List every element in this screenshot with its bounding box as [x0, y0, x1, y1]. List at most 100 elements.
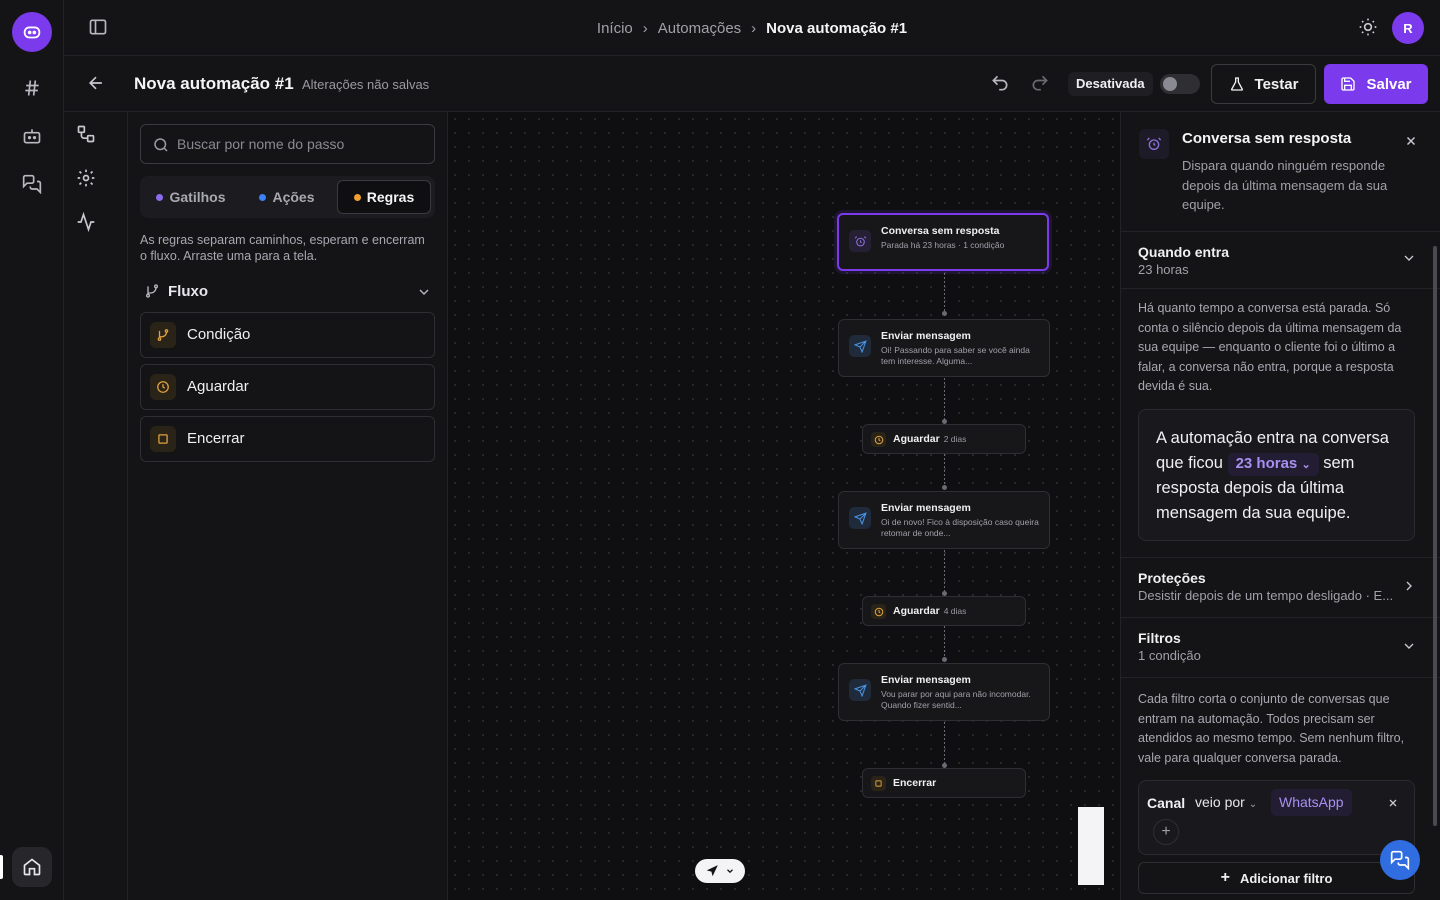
alarm-clock-icon: [849, 230, 871, 252]
redo-icon[interactable]: [1030, 73, 1052, 95]
minimap[interactable]: [1078, 807, 1104, 885]
chevron-down-icon: ⌄: [1248, 799, 1258, 810]
node-desc: 2 dias: [943, 434, 967, 444]
support-chat-button[interactable]: [1380, 840, 1420, 880]
section-protecoes[interactable]: Proteções Desistir depois de um tempo de…: [1121, 557, 1440, 618]
close-icon[interactable]: [1387, 797, 1399, 809]
tab-acoes[interactable]: Ações: [240, 180, 334, 214]
tab-dot: [156, 193, 164, 201]
send-icon: [849, 507, 871, 529]
flow-node-send-message[interactable]: Enviar mensagem Oi de novo! Fico à dispo…: [838, 491, 1050, 549]
page-title: Nova automação #1: [134, 74, 294, 93]
add-filter-button[interactable]: + Adicionar filtro: [1138, 862, 1415, 894]
active-toggle[interactable]: [1160, 74, 1200, 94]
flow-node-send-message[interactable]: Enviar mensagem Vou parar por aqui para …: [838, 663, 1050, 721]
section-title: Filtros: [1138, 630, 1181, 646]
hash-icon[interactable]: [20, 76, 44, 100]
activity-icon[interactable]: [76, 212, 98, 234]
duration-selector[interactable]: 23 horas ⌄: [1227, 453, 1319, 476]
chat-icon[interactable]: [20, 172, 44, 196]
node-title: Aguardar: [893, 433, 940, 445]
connector: [944, 265, 945, 317]
branch-icon: [150, 322, 176, 348]
app-rail: [0, 0, 64, 900]
flow-node-wait[interactable]: Aguardar 2 dias: [862, 424, 1026, 454]
rule-condicao[interactable]: Condição: [140, 312, 435, 358]
flow-node-end[interactable]: Encerrar: [862, 768, 1026, 798]
add-value-button[interactable]: +: [1153, 819, 1179, 845]
rule-aguardar[interactable]: Aguardar: [140, 364, 435, 410]
save-icon: [1341, 77, 1356, 91]
clock-icon: [150, 374, 176, 400]
section-subtitle: 23 horas: [1138, 262, 1189, 277]
section-subtitle: Desistir depois de um tempo desligado · …: [1138, 588, 1394, 603]
duration-value: 23 horas: [1235, 455, 1298, 472]
app-logo[interactable]: [12, 12, 52, 52]
breadcrumb-current: Nova automação #1: [766, 19, 908, 37]
connector-handle: [942, 657, 947, 662]
section-quando-entra[interactable]: Quando entra 23 horas: [1121, 232, 1440, 289]
home-button[interactable]: [12, 847, 52, 887]
chat-icon: [1390, 850, 1410, 870]
node-title: Conversa sem resposta: [881, 225, 1000, 237]
connector: [944, 550, 945, 596]
tab-label: Gatilhos: [169, 189, 226, 205]
close-icon[interactable]: [1404, 134, 1418, 148]
section-title: Proteções: [1138, 570, 1206, 586]
test-button[interactable]: Testar: [1211, 64, 1316, 104]
tab-gatilhos[interactable]: Gatilhos: [144, 180, 238, 214]
flow-canvas[interactable]: Conversa sem resposta Parada há 23 horas…: [448, 112, 1120, 900]
chevron-down-icon: [416, 284, 432, 300]
breadcrumb-automations[interactable]: Automações: [658, 20, 741, 37]
tab-label: Ações: [272, 189, 315, 205]
save-button[interactable]: Salvar: [1324, 64, 1428, 104]
fluxo-group-header[interactable]: Fluxo: [144, 282, 434, 302]
inspector-panel: Conversa sem resposta Dispara quando nin…: [1120, 112, 1440, 900]
rule-encerrar[interactable]: Encerrar: [140, 416, 435, 462]
node-desc: 4 dias: [943, 606, 967, 616]
step-type-tabs: Gatilhos Ações Regras: [140, 176, 435, 218]
node-desc: Vou parar por aqui para não incomodar. Q…: [881, 689, 1031, 710]
search-input[interactable]: [177, 125, 427, 163]
tab-regras[interactable]: Regras: [337, 180, 431, 214]
filter-value[interactable]: WhatsApp: [1271, 789, 1352, 816]
steps-icon[interactable]: [76, 124, 98, 146]
flow-node-trigger[interactable]: Conversa sem resposta Parada há 23 horas…: [837, 213, 1049, 271]
filter-operator-select[interactable]: veio por ⌄: [1189, 789, 1263, 816]
when-explanation: Há quanto tempo a conversa está parada. …: [1138, 301, 1402, 393]
node-desc: Oi! Passando para saber se você ainda te…: [881, 345, 1030, 366]
trigger-sentence: A automação entra na conversa que ficou …: [1138, 409, 1415, 541]
flow-node-send-message[interactable]: Enviar mensagem Oi! Passando para saber …: [838, 319, 1050, 377]
flow-node-wait[interactable]: Aguardar 4 dias: [862, 596, 1026, 626]
bot-icon[interactable]: [20, 124, 44, 148]
section-filtros[interactable]: Filtros 1 condição: [1121, 618, 1440, 678]
back-arrow-icon[interactable]: [86, 73, 108, 95]
breadcrumb-home[interactable]: Início: [597, 20, 633, 37]
section-title: Quando entra: [1138, 244, 1230, 260]
node-title: Enviar mensagem: [881, 674, 971, 686]
chevron-down-icon: [1401, 638, 1417, 654]
add-filter-label: Adicionar filtro: [1239, 870, 1333, 886]
inspector-title: Conversa sem resposta: [1182, 130, 1352, 147]
avatar[interactable]: R: [1392, 12, 1424, 44]
canvas-navigation-button[interactable]: [695, 859, 745, 883]
flask-icon: [1230, 77, 1243, 91]
send-icon: [849, 335, 871, 357]
undo-icon[interactable]: [990, 73, 1012, 95]
search-icon: [152, 136, 170, 154]
automation-header: Nova automação #1 Alterações não salvas …: [64, 56, 1440, 112]
rule-label: Condição: [187, 326, 251, 343]
status-badge: Desativada: [1068, 72, 1153, 96]
tab-dot: [353, 193, 361, 201]
filter-field: Canal: [1147, 795, 1186, 811]
breadcrumb: Início › Automações › Nova automação #1: [64, 19, 1440, 37]
scrollbar-thumb[interactable]: [1433, 246, 1437, 826]
settings-gear-icon[interactable]: [76, 168, 98, 190]
rule-label: Encerrar: [187, 430, 245, 447]
rules-hint: As regras separam caminhos, esperam e en…: [140, 233, 425, 263]
inspector-scrollbar[interactable]: [1432, 232, 1438, 892]
test-label: Testar: [1254, 75, 1299, 93]
clock-icon: [871, 432, 886, 447]
theme-toggle-icon[interactable]: [1358, 17, 1380, 39]
node-desc: Oi de novo! Fico à disposição caso queir…: [881, 517, 1039, 538]
